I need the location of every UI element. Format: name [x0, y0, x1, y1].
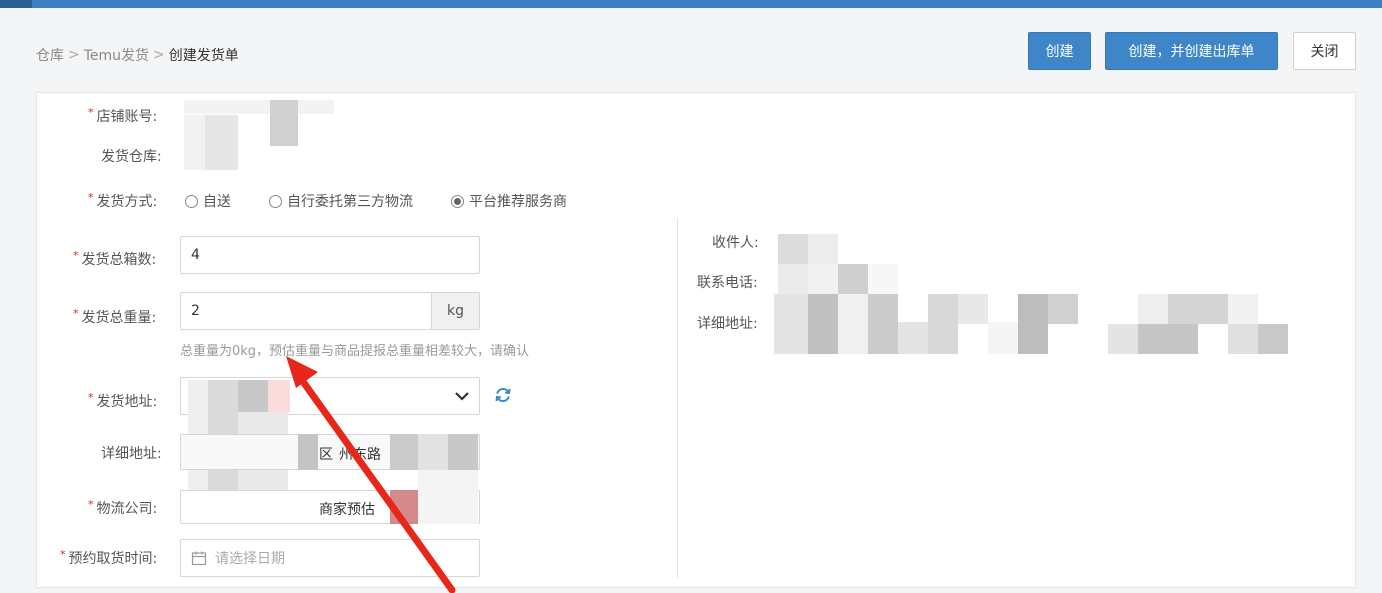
- masked-block: [1228, 294, 1258, 324]
- radio-label: 自行委托第三方物流: [287, 194, 413, 210]
- masked-block: [1258, 324, 1288, 354]
- receiver-name-label: 收件人:: [712, 235, 759, 251]
- ship-address-label: * 发货地址:: [88, 391, 158, 410]
- masked-block: [1048, 294, 1078, 324]
- weight-unit-addon: kg: [431, 293, 479, 329]
- masked-block: [1138, 294, 1168, 324]
- masked-block: [838, 264, 868, 294]
- masked-block: [184, 115, 205, 170]
- masked-block: [268, 380, 290, 412]
- masked-block: [808, 234, 838, 264]
- masked-block: [868, 294, 898, 354]
- detail-address-label: 详细地址:: [101, 446, 162, 462]
- warehouse-label: 发货仓库:: [101, 149, 162, 165]
- ship-method-radio-group: 自送 自行委托第三方物流 平台推荐服务商: [185, 191, 605, 211]
- close-button[interactable]: 关闭: [1293, 32, 1356, 70]
- breadcrumb-item-current: 创建发货单: [168, 48, 239, 64]
- top-bar: [0, 0, 1382, 8]
- masked-block: [868, 264, 898, 294]
- masked-block: [774, 294, 808, 354]
- masked-block: [298, 434, 318, 470]
- masked-block: [928, 294, 958, 354]
- masked-block: [808, 294, 838, 354]
- detail-address-fragment: 州东路: [339, 447, 381, 463]
- store-account-label: * 店铺账号:: [88, 106, 158, 125]
- total-boxes-label: * 发货总箱数:: [73, 249, 157, 268]
- refresh-icon[interactable]: [494, 386, 512, 404]
- masked-block: [448, 434, 478, 470]
- ship-method-label: * 发货方式:: [88, 191, 158, 210]
- store-account-value-masked: [184, 100, 334, 114]
- radio-label: 平台推荐服务商: [469, 194, 567, 210]
- radio-label: 自送: [203, 194, 231, 210]
- radio-circle[interactable]: [269, 194, 282, 208]
- masked-block: [418, 434, 448, 470]
- radio-third-party[interactable]: 自行委托第三方物流: [269, 191, 413, 211]
- total-weight-value: 2: [191, 303, 200, 319]
- masked-block: [390, 490, 418, 524]
- masked-block: [778, 234, 808, 264]
- column-divider: [677, 218, 678, 578]
- masked-block: [778, 264, 808, 294]
- breadcrumb-item-warehouse[interactable]: 仓库: [36, 45, 64, 65]
- breadcrumb-separator: >: [153, 47, 165, 63]
- masked-block: [958, 294, 988, 324]
- masked-block: [838, 294, 868, 354]
- radio-self-delivery[interactable]: 自送: [185, 191, 231, 211]
- radio-circle[interactable]: [185, 194, 198, 208]
- masked-block: [1108, 324, 1138, 354]
- radio-platform-recommended[interactable]: 平台推荐服务商: [451, 191, 567, 211]
- breadcrumb-separator: >: [68, 47, 80, 63]
- receiver-phone-label: 联系电话:: [697, 275, 758, 291]
- logistics-label: * 物流公司:: [88, 498, 158, 517]
- masked-block: [898, 322, 928, 354]
- masked-block: [1228, 324, 1258, 354]
- chevron-down-icon: [455, 392, 469, 401]
- receiver-address-label: 详细地址:: [697, 316, 758, 332]
- create-and-outbound-button[interactable]: 创建，并创建出库单: [1105, 32, 1278, 70]
- total-boxes-input[interactable]: 4: [180, 236, 480, 274]
- detail-address-fragment: 区: [319, 447, 333, 463]
- breadcrumb: 仓库 > Temu发货 > 创建发货单: [36, 45, 239, 65]
- logistics-fragment: 商家预估: [319, 502, 375, 518]
- masked-block: [988, 322, 1018, 354]
- calendar-icon: [191, 551, 207, 566]
- masked-block: [418, 470, 478, 524]
- radio-circle-checked[interactable]: [451, 194, 464, 208]
- masked-block: [1138, 324, 1198, 354]
- masked-block: [205, 115, 238, 170]
- create-button[interactable]: 创建: [1028, 32, 1091, 70]
- top-bar-accent: [0, 0, 32, 8]
- total-weight-label: * 发货总重量:: [73, 307, 157, 326]
- masked-block: [808, 264, 838, 294]
- masked-block: [1168, 294, 1228, 324]
- weight-hint: 总重量为0kg，预估重量与商品提报总重量相差较大，请确认: [180, 344, 530, 359]
- pickup-date-input[interactable]: 请选择日期: [180, 539, 480, 577]
- masked-block: [270, 100, 298, 146]
- total-weight-input[interactable]: 2 kg: [180, 292, 480, 330]
- masked-block: [238, 380, 268, 412]
- pickup-date-placeholder: 请选择日期: [215, 551, 285, 567]
- masked-block: [390, 434, 418, 470]
- pickup-time-label: * 预约取货时间:: [60, 548, 158, 567]
- breadcrumb-item-temu[interactable]: Temu发货: [84, 45, 149, 65]
- masked-block: [1018, 294, 1048, 354]
